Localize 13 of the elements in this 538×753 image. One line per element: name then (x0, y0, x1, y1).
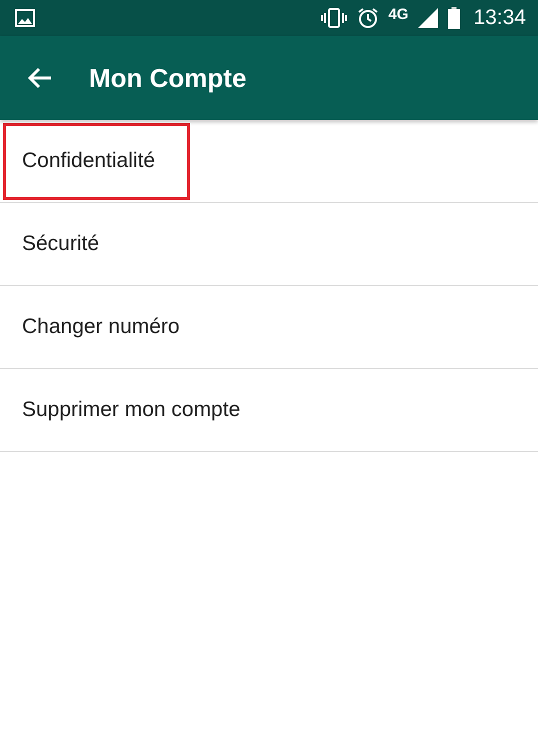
menu-item[interactable]: Supprimer mon compte (3, 372, 276, 448)
screen-title: Mon Compte (89, 62, 246, 94)
clock-time: 13:34 (473, 6, 526, 30)
image-icon (15, 9, 35, 27)
menu-item[interactable]: Confidentialité (3, 122, 190, 200)
alarm-icon (357, 7, 380, 29)
back-arrow-icon[interactable] (27, 66, 53, 90)
vibrate-icon (320, 7, 348, 29)
network-type: 4G (388, 6, 408, 22)
battery-icon (448, 7, 460, 29)
signal-icon (417, 7, 440, 29)
menu-item[interactable]: Changer numéro (3, 288, 215, 366)
menu-item[interactable]: Sécurité (3, 206, 134, 282)
